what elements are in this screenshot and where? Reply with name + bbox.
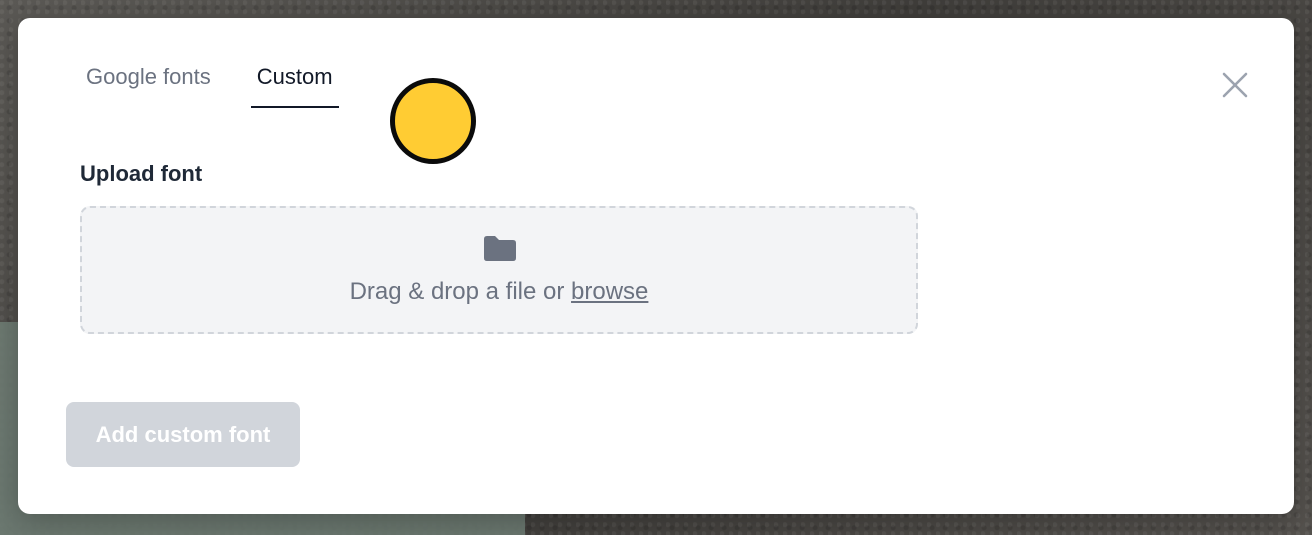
browse-link[interactable]: browse [571, 278, 648, 305]
cursor-marker [390, 78, 476, 164]
close-button[interactable] [1218, 68, 1252, 102]
folder-icon [484, 236, 516, 261]
upload-font-label: Upload font [80, 161, 203, 186]
add-custom-font-button[interactable]: Add custom font [66, 402, 300, 467]
font-dialog: Google fonts Custom Upload font Drag & d… [18, 18, 1294, 514]
drop-instruction: Drag & drop a file or [349, 278, 572, 305]
close-icon [1222, 72, 1248, 98]
tab-custom[interactable]: Custom [250, 54, 339, 108]
file-dropzone[interactable]: Drag & drop a file or browse [80, 206, 918, 334]
tab-bar: Google fonts Custom [80, 54, 339, 108]
tab-google-fonts[interactable]: Google fonts [80, 54, 217, 108]
dropzone-text: Drag & drop a file or browse [82, 278, 916, 306]
